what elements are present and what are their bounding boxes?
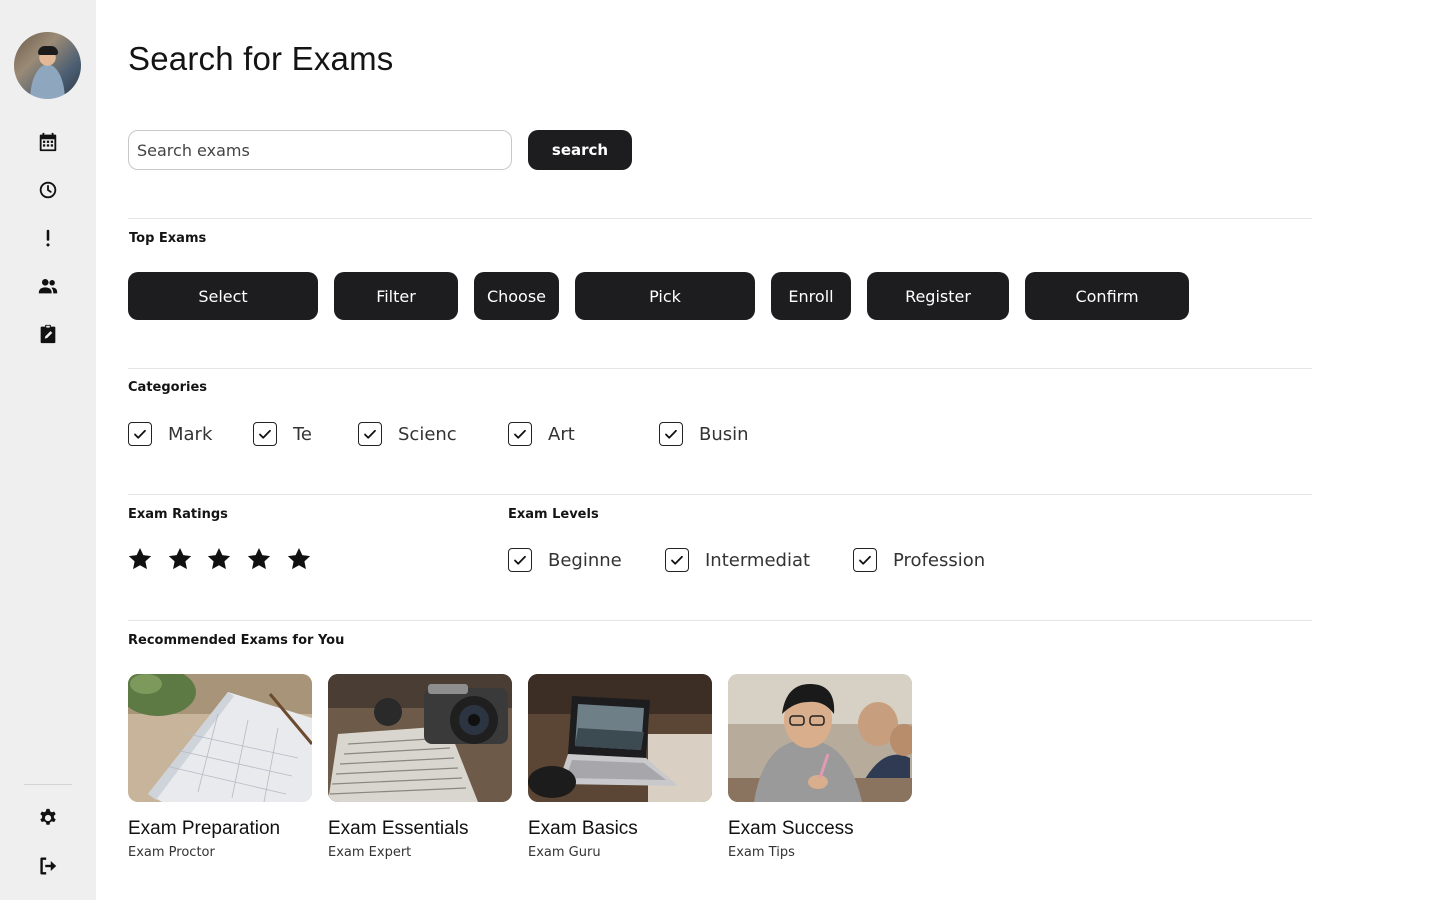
card-subtitle: Exam Tips bbox=[728, 845, 795, 860]
calendar-planner-photo bbox=[128, 674, 312, 802]
clock-icon[interactable] bbox=[36, 178, 60, 202]
check-icon bbox=[514, 555, 526, 565]
divider bbox=[128, 494, 1312, 495]
logout-icon[interactable] bbox=[36, 854, 60, 878]
exam-levels-label: Exam Levels bbox=[508, 507, 599, 522]
exam-ratings-label: Exam Ratings bbox=[128, 507, 228, 522]
student-writing-photo bbox=[728, 674, 912, 802]
checkbox-box[interactable] bbox=[128, 422, 152, 446]
checkbox-box[interactable] bbox=[508, 548, 532, 572]
choose-button[interactable]: Choose bbox=[474, 272, 559, 320]
checkbox-box[interactable] bbox=[253, 422, 277, 446]
category-label: Art bbox=[548, 423, 575, 445]
recommended-label: Recommended Exams for You bbox=[128, 633, 345, 648]
checkbox-box[interactable] bbox=[659, 422, 683, 446]
select-button[interactable]: Select bbox=[128, 272, 318, 320]
exam-card[interactable]: Exam Preparation Exam Proctor bbox=[128, 674, 312, 860]
category-checkbox[interactable]: Art bbox=[508, 422, 575, 446]
filter-button[interactable]: Filter bbox=[334, 272, 458, 320]
check-icon bbox=[514, 429, 526, 439]
avatar[interactable] bbox=[14, 32, 81, 99]
exam-card[interactable]: Exam Essentials Exam Expert bbox=[328, 674, 512, 860]
card-title: Exam Preparation bbox=[128, 818, 281, 839]
top-exams-label: Top Exams bbox=[129, 231, 207, 246]
level-checkbox[interactable]: Profession bbox=[853, 548, 985, 572]
laptop-photo bbox=[528, 674, 712, 802]
card-subtitle: Exam Proctor bbox=[128, 845, 215, 860]
level-label: Intermediat bbox=[705, 549, 811, 571]
star-icon[interactable] bbox=[127, 546, 153, 572]
level-label: Beginne bbox=[548, 549, 622, 571]
star-icon[interactable] bbox=[167, 546, 193, 572]
level-label: Profession bbox=[893, 549, 986, 571]
confirm-button[interactable]: Confirm bbox=[1025, 272, 1189, 320]
gear-icon[interactable] bbox=[36, 806, 60, 830]
check-icon bbox=[671, 555, 683, 565]
checkbox-box[interactable] bbox=[358, 422, 382, 446]
search-input[interactable] bbox=[128, 130, 512, 170]
category-label: Scienc bbox=[398, 423, 457, 445]
check-icon bbox=[364, 429, 376, 439]
divider bbox=[128, 218, 1312, 219]
check-icon bbox=[859, 555, 871, 565]
card-title: Exam Essentials bbox=[328, 818, 469, 839]
check-icon bbox=[665, 429, 677, 439]
card-title: Exam Basics bbox=[528, 818, 638, 839]
search-button[interactable]: search bbox=[528, 130, 632, 170]
category-checkbox[interactable]: Mark bbox=[128, 422, 212, 446]
category-checkbox[interactable]: Busin bbox=[659, 422, 749, 446]
level-checkbox[interactable]: Beginne bbox=[508, 548, 622, 572]
card-subtitle: Exam Guru bbox=[528, 845, 601, 860]
divider bbox=[128, 620, 1312, 621]
card-title: Exam Success bbox=[728, 818, 854, 839]
sidebar bbox=[0, 0, 96, 900]
check-icon bbox=[259, 429, 271, 439]
camera-notes-photo bbox=[328, 674, 512, 802]
checkbox-box[interactable] bbox=[508, 422, 532, 446]
checkbox-box[interactable] bbox=[853, 548, 877, 572]
categories-label: Categories bbox=[128, 380, 208, 395]
category-label: Te bbox=[293, 423, 313, 445]
checkbox-box[interactable] bbox=[665, 548, 689, 572]
page-title: Search for Exams bbox=[128, 40, 394, 77]
enroll-button[interactable]: Enroll bbox=[771, 272, 851, 320]
alert-icon[interactable] bbox=[36, 226, 60, 250]
category-label: Mark bbox=[168, 423, 213, 445]
divider bbox=[128, 368, 1312, 369]
sidebar-divider bbox=[24, 784, 72, 785]
avatar-hair bbox=[38, 46, 58, 55]
pick-button[interactable]: Pick bbox=[575, 272, 755, 320]
star-icon[interactable] bbox=[286, 546, 312, 572]
category-checkbox[interactable]: Te bbox=[253, 422, 312, 446]
clipboard-edit-icon[interactable] bbox=[36, 322, 60, 346]
category-checkbox[interactable]: Scienc bbox=[358, 422, 457, 446]
register-button[interactable]: Register bbox=[867, 272, 1009, 320]
card-subtitle: Exam Expert bbox=[328, 845, 412, 860]
star-icon[interactable] bbox=[206, 546, 232, 572]
exam-card[interactable]: Exam Basics Exam Guru bbox=[528, 674, 712, 860]
users-icon[interactable] bbox=[36, 274, 60, 298]
star-icon[interactable] bbox=[246, 546, 272, 572]
level-checkbox[interactable]: Intermediat bbox=[665, 548, 810, 572]
calendar-icon[interactable] bbox=[36, 130, 60, 154]
check-icon bbox=[134, 429, 146, 439]
category-label: Busin bbox=[699, 423, 749, 445]
exam-card[interactable]: Exam Success Exam Tips bbox=[728, 674, 912, 860]
